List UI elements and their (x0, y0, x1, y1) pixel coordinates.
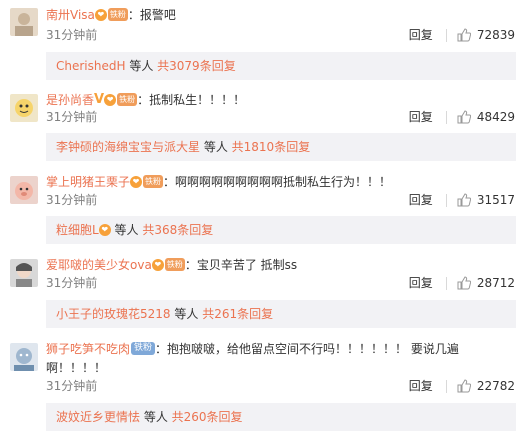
avatar[interactable] (10, 176, 38, 204)
colon: ： (155, 342, 168, 356)
vip-icon: ❤ (130, 175, 143, 188)
reply-count-link[interactable]: 共1810条回复 (232, 140, 311, 154)
reply-button[interactable]: 回复 (409, 108, 433, 126)
like-button[interactable]: 72839 (457, 26, 515, 44)
reply-count-link[interactable]: 共260条回复 (172, 410, 243, 424)
comment-time: 31分钟前 (46, 110, 98, 124)
divider (445, 379, 447, 393)
vip-icon: ❤ (104, 93, 117, 106)
thumbs-up-icon (457, 28, 471, 42)
comment-line: 南卅Visa ❤ 铁粉 ：报警吧 (46, 6, 176, 24)
reply-user-link[interactable]: 李钟硕的海绵宝宝与派大星 (56, 140, 200, 154)
vip-icon: ❤ (98, 223, 111, 236)
verified-icon: V (94, 91, 105, 107)
colon: ： (127, 8, 140, 22)
vip-icon: ❤ (94, 8, 107, 21)
reply-middle-text: 等人 (140, 410, 172, 424)
thumbs-up-icon (457, 193, 471, 207)
colon: ： (184, 258, 197, 272)
reply-summary[interactable]: CherishedH 等人 共3079条回复 (46, 52, 516, 80)
reply-summary[interactable]: 波妏近乡更情怯 等人 共260条回复 (46, 403, 516, 431)
reply-user-link[interactable]: 小王子的玫瑰花5218 (56, 307, 171, 321)
vip-icon: ❤ (151, 258, 164, 271)
reply-user-link[interactable]: CherishedH (56, 59, 126, 73)
reply-user-link[interactable]: 粒细胞L (56, 223, 99, 237)
like-count: 48429 (476, 110, 515, 124)
divider (445, 28, 447, 42)
reply-middle-text: 等人 (170, 307, 203, 321)
reply-count-link[interactable]: 共368条回复 (142, 223, 213, 237)
reply-count-link[interactable]: 共3079条回复 (157, 59, 236, 73)
fan-badge: 铁粉 (107, 8, 128, 21)
reply-button[interactable]: 回复 (409, 191, 433, 209)
comment-time: 31分钟前 (46, 379, 98, 393)
reply-button[interactable]: 回复 (409, 26, 433, 44)
fan-badge: 铁粉 (117, 93, 138, 106)
like-button[interactable]: 22782 (457, 377, 515, 395)
like-count: 31517 (476, 193, 515, 207)
username-link[interactable]: 掌上明猪王栗子 (46, 175, 130, 189)
reply-count-link[interactable]: 共261条回复 (202, 307, 273, 321)
comment-time: 31分钟前 (46, 276, 98, 290)
reply-summary[interactable]: 粒细胞L ❤ 等人 共368条回复 (46, 216, 516, 244)
like-count: 28712 (476, 276, 515, 290)
comment-actions: 回复 22782 (409, 377, 515, 395)
username-link[interactable]: 是孙尚香 (46, 93, 94, 107)
reply-middle-text: 等人 (110, 223, 143, 237)
username-link[interactable]: 爱耶啵的美少女ova (46, 258, 152, 272)
reply-user-link[interactable]: 波妏近乡更情怯 (56, 410, 140, 424)
like-count: 22782 (476, 379, 515, 393)
like-button[interactable]: 31517 (457, 191, 515, 209)
comment-text: 宝贝辛苦了 抵制ss (196, 258, 298, 272)
reply-button[interactable]: 回复 (409, 274, 433, 292)
comment-time: 31分钟前 (46, 28, 98, 42)
comment-actions: 回复 48429 (409, 108, 515, 126)
avatar[interactable] (10, 259, 38, 287)
comment-line: 狮子吃笋不吃肉 铁粉 ：抱抱啵啵，给他留点空间不行吗！！！！！！ 要说几遍 (46, 340, 459, 358)
comment-line: 是孙尚香V ❤ 铁粉 ：抵制私生！！！！ (46, 91, 245, 109)
comment-text: 啊啊啊啊啊啊啊啊啊抵制私生行为！！！ (175, 175, 392, 189)
comment-line: 爱耶啵的美少女ova ❤ 铁粉 ：宝贝辛苦了 抵制ss (46, 256, 297, 274)
like-button[interactable]: 28712 (457, 274, 515, 292)
username-link[interactable]: 狮子吃笋不吃肉 (46, 342, 130, 356)
comment-text: 报警吧 (139, 8, 176, 22)
comment-actions: 回复 28712 (409, 274, 515, 292)
divider (445, 193, 447, 207)
comment-actions: 回复 31517 (409, 191, 515, 209)
comment-time: 31分钟前 (46, 193, 98, 207)
fan-badge: 铁粉 (164, 258, 185, 271)
divider (445, 276, 447, 290)
comment-line: 掌上明猪王栗子 ❤ 铁粉 ：啊啊啊啊啊啊啊啊啊抵制私生行为！！！ (46, 173, 391, 191)
avatar[interactable] (10, 94, 38, 122)
like-button[interactable]: 48429 (457, 108, 515, 126)
comment-text: 抵制私生！！！！ (149, 93, 246, 107)
colon: ： (163, 175, 176, 189)
thumbs-up-icon (457, 379, 471, 393)
divider (445, 110, 447, 124)
avatar[interactable] (10, 343, 38, 371)
username-link[interactable]: 南卅Visa (46, 8, 95, 22)
reply-button[interactable]: 回复 (409, 377, 433, 395)
comment-text-line2: 啊！！！！ (46, 361, 107, 375)
reply-summary[interactable]: 李钟硕的海绵宝宝与派大星 等人 共1810条回复 (46, 133, 516, 161)
avatar[interactable] (10, 8, 38, 36)
colon: ： (137, 93, 150, 107)
fan-badge: 铁粉 (143, 175, 164, 188)
like-count: 72839 (476, 28, 515, 42)
reply-summary[interactable]: 小王子的玫瑰花5218 等人 共261条回复 (46, 300, 516, 328)
comment-text: 抱抱啵啵，给他留点空间不行吗！！！！！！ 要说几遍 (167, 342, 459, 356)
thumbs-up-icon (457, 110, 471, 124)
reply-middle-text: 等人 (125, 59, 158, 73)
comment-actions: 回复 72839 (409, 26, 515, 44)
reply-middle-text: 等人 (200, 140, 232, 154)
thumbs-up-icon (457, 276, 471, 290)
comment-text-continued: 啊！！！！ (46, 359, 106, 377)
fan-badge: 铁粉 (131, 342, 156, 355)
